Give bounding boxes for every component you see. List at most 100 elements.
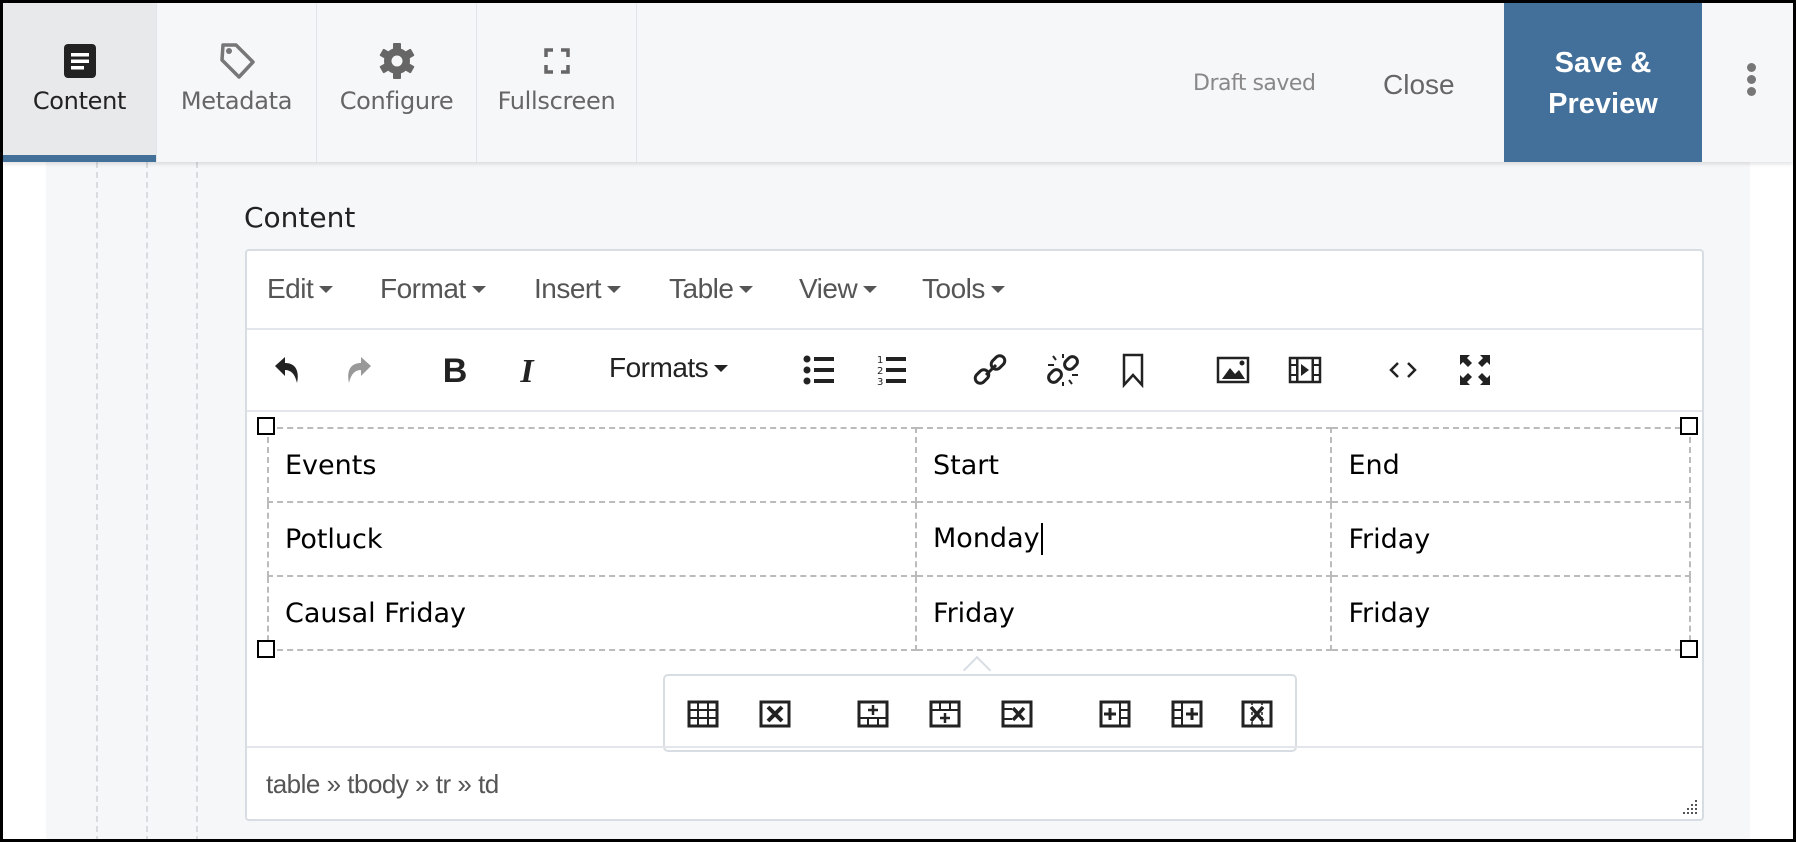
delete-table-button[interactable] xyxy=(755,694,795,734)
table-context-toolbar xyxy=(663,674,1297,752)
fullscreen-button[interactable] xyxy=(1455,350,1495,390)
menu-tools[interactable]: Tools xyxy=(922,273,1005,305)
menu-edit-label: Edit xyxy=(267,273,314,304)
italic-icon: I xyxy=(519,353,535,388)
tab-configure[interactable]: Configure xyxy=(317,3,477,162)
editor-toolbar: B I Formats 123 xyxy=(247,330,1702,412)
table-properties-icon xyxy=(687,700,719,728)
menu-insert[interactable]: Insert xyxy=(534,273,622,305)
tab-metadata-label: Metadata xyxy=(180,87,293,115)
menu-view[interactable]: View xyxy=(799,273,878,305)
media-button[interactable] xyxy=(1285,350,1325,390)
table-cell-active[interactable]: Monday xyxy=(914,501,1333,577)
image-button[interactable] xyxy=(1213,350,1253,390)
nesting-guide xyxy=(196,162,198,839)
code-icon xyxy=(1389,362,1417,378)
tag-icon xyxy=(219,43,255,79)
tab-fullscreen-label: Fullscreen xyxy=(497,87,616,115)
chevron-down-icon xyxy=(714,364,729,372)
menu-format[interactable]: Format xyxy=(380,273,486,305)
table-cell[interactable]: Friday xyxy=(914,575,1333,651)
insert-row-before-icon xyxy=(857,700,889,728)
rich-text-editor: Edit Format Insert Table View Tools B I … xyxy=(245,249,1704,821)
active-tab-indicator xyxy=(3,155,156,162)
link-button[interactable] xyxy=(971,350,1011,390)
bold-button[interactable]: B xyxy=(435,350,475,390)
menu-tools-label: Tools xyxy=(922,273,985,304)
nesting-guide xyxy=(96,162,98,839)
numbered-list-button[interactable]: 123 xyxy=(871,350,911,390)
table-cell[interactable]: Friday xyxy=(1330,501,1691,577)
table-cell[interactable]: Causal Friday xyxy=(267,575,917,651)
formats-dropdown[interactable]: Formats xyxy=(609,352,729,384)
link-icon xyxy=(973,354,1007,385)
table-properties-button[interactable] xyxy=(683,694,723,734)
table-cell[interactable]: Events xyxy=(267,427,917,503)
chevron-down-icon xyxy=(990,285,1005,293)
content-table[interactable]: Events Start End Potluck Monday Friday C… xyxy=(267,427,1691,651)
delete-column-button[interactable] xyxy=(1237,694,1277,734)
editor-statusbar: table » tbody » tr » td xyxy=(247,746,1702,819)
redo-button[interactable] xyxy=(339,350,379,390)
cms-editor-window: Content Metadata Configure Fullscreen Dr… xyxy=(3,3,1793,839)
menu-table-label: Table xyxy=(669,273,734,304)
resize-handle-top-left[interactable] xyxy=(257,417,275,435)
tab-metadata[interactable]: Metadata xyxy=(157,3,317,162)
insert-column-after-button[interactable] xyxy=(1167,694,1207,734)
insert-column-before-button[interactable] xyxy=(1095,694,1135,734)
table-row: Events Start End xyxy=(267,427,1691,503)
resize-handle-top-right[interactable] xyxy=(1680,417,1698,435)
cell-text: Monday xyxy=(933,522,1040,554)
close-button[interactable]: Close xyxy=(1383,69,1455,101)
bookmark-icon xyxy=(1122,353,1144,388)
bullet-list-button[interactable] xyxy=(799,350,839,390)
svg-text:B: B xyxy=(443,352,468,388)
unlink-icon xyxy=(1047,354,1079,386)
fullscreen-icon xyxy=(1460,355,1490,385)
table-cell[interactable]: Potluck xyxy=(267,501,917,577)
bullet-list-icon xyxy=(803,355,834,385)
insert-column-after-icon xyxy=(1171,700,1203,728)
tab-content-label: Content xyxy=(32,87,127,115)
table-row: Causal Friday Friday Friday xyxy=(267,575,1691,651)
tab-fullscreen[interactable]: Fullscreen xyxy=(477,3,637,162)
redo-icon xyxy=(348,357,371,383)
video-icon xyxy=(1288,356,1322,384)
numbered-list-icon: 123 xyxy=(877,355,906,388)
editor-menubar: Edit Format Insert Table View Tools xyxy=(247,251,1702,330)
undo-button[interactable] xyxy=(267,350,307,390)
table-cell[interactable]: Start xyxy=(914,427,1333,503)
delete-column-icon xyxy=(1241,700,1273,728)
table-cell[interactable]: Friday xyxy=(1330,575,1691,651)
tab-content[interactable]: Content xyxy=(3,3,157,162)
resize-handle-bottom-left[interactable] xyxy=(257,640,275,658)
chevron-down-icon xyxy=(319,285,334,293)
insert-row-after-button[interactable] xyxy=(925,694,965,734)
editor-content-area[interactable]: Events Start End Potluck Monday Friday C… xyxy=(247,412,1702,752)
resize-grip-icon[interactable] xyxy=(1680,797,1698,815)
save-label-line1: Save & xyxy=(1554,47,1652,79)
bold-icon: B xyxy=(443,352,468,388)
delete-row-button[interactable] xyxy=(997,694,1037,734)
anchor-button[interactable] xyxy=(1113,350,1153,390)
menu-edit[interactable]: Edit xyxy=(267,273,334,305)
menu-table[interactable]: Table xyxy=(669,273,754,305)
italic-button[interactable]: I xyxy=(507,350,547,390)
save-preview-button[interactable]: Save & Preview xyxy=(1504,3,1702,162)
element-path[interactable]: table » tbody » tr » td xyxy=(266,769,499,800)
resize-handle-bottom-right[interactable] xyxy=(1680,640,1698,658)
draft-status: Draft saved xyxy=(1193,71,1316,96)
source-code-button[interactable] xyxy=(1383,350,1423,390)
tab-configure-label: Configure xyxy=(339,87,454,115)
nesting-guide xyxy=(146,162,148,839)
insert-column-before-icon xyxy=(1099,700,1131,728)
svg-text:I: I xyxy=(519,353,535,388)
image-icon xyxy=(1216,356,1250,384)
table-cell[interactable]: End xyxy=(1330,427,1691,503)
svg-text:3: 3 xyxy=(877,377,883,388)
kebab-menu-icon[interactable] xyxy=(1741,63,1761,103)
text-cursor xyxy=(1040,523,1043,556)
unlink-button[interactable] xyxy=(1043,350,1083,390)
menu-insert-label: Insert xyxy=(534,273,602,304)
insert-row-before-button[interactable] xyxy=(853,694,893,734)
